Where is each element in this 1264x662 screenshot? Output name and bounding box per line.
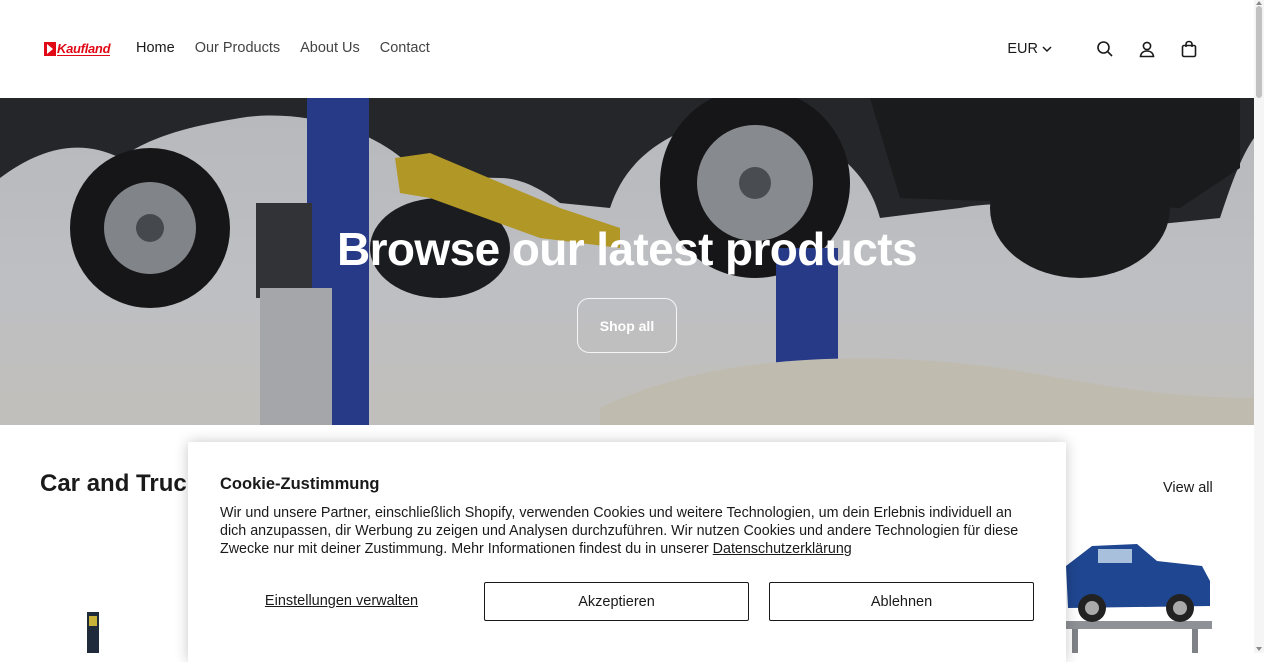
shop-all-button[interactable]: Shop all (577, 298, 677, 353)
nav-about-us[interactable]: About Us (300, 40, 360, 56)
kaufland-logo[interactable]: Kaufland (44, 41, 111, 57)
cart-button[interactable] (1176, 36, 1202, 62)
logo-text: Kaufland (57, 41, 111, 56)
page-scrollbar[interactable] (1254, 0, 1264, 653)
account-button[interactable] (1134, 36, 1160, 62)
cookie-text: Wir und unsere Partner, einschließlich S… (220, 504, 1040, 558)
cookie-title: Cookie-Zustimmung (220, 475, 380, 493)
currency-label: EUR (1007, 41, 1038, 57)
kaufland-logo-mark (44, 42, 56, 56)
site-header: Kaufland Home Our Products About Us Cont… (0, 0, 1254, 98)
hero-banner: Browse our latest products Shop all (0, 98, 1254, 425)
scrollbar-thumb[interactable] (1256, 6, 1262, 98)
account-icon (1139, 41, 1155, 58)
nav-our-products[interactable]: Our Products (195, 40, 280, 56)
nav-contact[interactable]: Contact (380, 40, 430, 56)
main-nav: Home Our Products About Us Contact (136, 40, 450, 56)
cart-icon (1181, 40, 1197, 58)
view-all-link[interactable]: View all (1163, 480, 1213, 496)
header-actions: EUR (1007, 36, 1202, 62)
accept-button[interactable]: Akzeptieren (484, 582, 749, 621)
privacy-policy-link[interactable]: Datenschutzerklärung (713, 541, 852, 557)
decline-button[interactable]: Ablehnen (769, 582, 1034, 621)
scroll-down-arrow-icon[interactable] (1255, 645, 1263, 653)
cookie-body-text: Wir und unsere Partner, einschließlich S… (220, 505, 1019, 557)
product-thumbnail-left[interactable] (84, 612, 102, 653)
nav-home[interactable]: Home (136, 40, 175, 56)
search-button[interactable] (1092, 36, 1118, 62)
cookie-consent-dialog: Cookie-Zustimmung Wir und unsere Partner… (188, 442, 1066, 662)
collection-title: Car and Truck (40, 470, 201, 497)
chevron-down-icon (1042, 46, 1052, 53)
hero-title: Browse our latest products (337, 223, 918, 275)
manage-settings-link[interactable]: Einstellungen verwalten (220, 582, 463, 620)
product-thumbnail-truck-lift[interactable] (1062, 536, 1212, 653)
currency-selector[interactable]: EUR (1007, 41, 1052, 57)
search-icon (1097, 41, 1113, 57)
